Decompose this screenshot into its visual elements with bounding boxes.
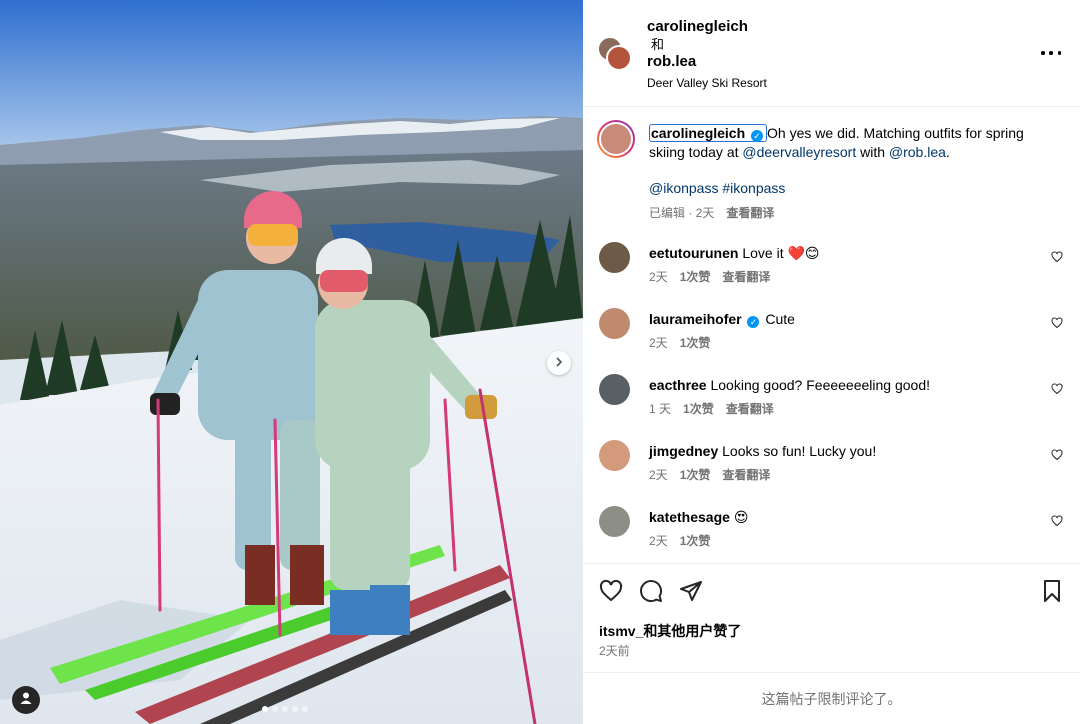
comment-likes[interactable]: 1次赞 — [680, 466, 711, 483]
avatar[interactable] — [599, 308, 630, 339]
comment-item: eetutourunen Love it ❤️😊 2天 1次赞 查看翻译 — [583, 238, 1080, 298]
location-link[interactable]: Deer Valley Ski Resort — [647, 75, 767, 91]
comment-bubble-icon — [639, 580, 663, 607]
heart-icon — [1051, 382, 1063, 399]
comment-time: 1 天 — [649, 402, 672, 416]
comment-item: laurameihofer ✓ Cute 2天 1次赞 — [583, 304, 1080, 364]
username-link[interactable]: laurameihofer — [649, 311, 742, 327]
chevron-right-icon — [554, 354, 564, 372]
post-time: 2天前 — [599, 644, 630, 658]
next-photo-button[interactable] — [547, 351, 571, 375]
carousel-dot — [262, 706, 268, 712]
username-link[interactable]: rob.lea — [647, 53, 767, 71]
like-comment-button[interactable] — [1051, 514, 1063, 532]
hashtag-links[interactable]: @ikonpass #ikonpass — [649, 179, 1049, 198]
like-comment-button[interactable] — [1051, 316, 1063, 334]
save-button[interactable] — [1041, 579, 1063, 608]
translate-link[interactable]: 查看翻译 — [722, 268, 770, 285]
heart-icon — [599, 579, 623, 607]
username-link[interactable]: jimgedney — [649, 443, 718, 459]
comment-likes[interactable]: 1次赞 — [680, 532, 711, 549]
comment-item: jimgedney Looks so fun! Lucky you! 2天 1次… — [583, 436, 1080, 496]
heart-icon — [1051, 250, 1063, 267]
heart-icon — [1051, 514, 1063, 531]
comment-button[interactable] — [639, 579, 663, 608]
translate-link[interactable]: 查看翻译 — [726, 204, 774, 223]
username-link[interactable]: carolinegleich — [647, 18, 767, 36]
post-actions: itsmv_和其他用户赞了 2天前 这篇帖子限制评论了。 — [583, 563, 1080, 723]
username-link[interactable]: eacthree — [649, 377, 707, 393]
edited-timestamp: 已编辑 · 2天 — [649, 206, 715, 220]
liked-by-text[interactable]: itsmv_和其他用户赞了 — [599, 621, 741, 641]
like-comment-button[interactable] — [1051, 382, 1063, 400]
comment-text: Cute — [765, 311, 795, 327]
verified-badge-icon: ✓ — [747, 316, 760, 328]
comment-time: 2天 — [649, 270, 668, 284]
post-header: carolinegleich 和 rob.lea Deer Valley Ski… — [583, 0, 1080, 107]
comment-time: 2天 — [649, 336, 668, 350]
heart-icon — [1051, 448, 1063, 465]
comment-likes[interactable]: 1次赞 — [680, 268, 711, 285]
more-horizontal-icon — [1041, 51, 1061, 55]
carousel-indicator — [262, 706, 308, 712]
collab-conjunction: 和 — [651, 37, 665, 52]
verified-badge-icon: ✓ — [751, 130, 764, 142]
avatar[interactable] — [599, 374, 630, 405]
paper-plane-icon — [679, 581, 703, 607]
comment-time: 2天 — [649, 534, 668, 548]
avatar[interactable] — [599, 440, 630, 471]
post-details-panel: carolinegleich 和 rob.lea Deer Valley Ski… — [583, 0, 1080, 724]
avatar[interactable] — [599, 506, 630, 537]
heart-icon — [1051, 316, 1063, 333]
like-comment-button[interactable] — [1051, 448, 1063, 466]
ski-photo-image — [0, 0, 583, 724]
carousel-dot — [282, 706, 288, 712]
user-icon — [19, 691, 33, 710]
carousel-dot — [272, 706, 278, 712]
username-link[interactable]: carolinegleich ✓ — [649, 124, 768, 142]
comment-likes[interactable]: 1次赞 — [680, 334, 711, 351]
comment-text: Love it ❤️😊 — [742, 245, 820, 261]
avatar[interactable] — [606, 45, 632, 71]
translate-link[interactable]: 查看翻译 — [726, 400, 774, 417]
comment-time: 2天 — [649, 468, 668, 482]
comment-text: Looks so fun! Lucky you! — [722, 443, 877, 459]
like-comment-button[interactable] — [1051, 250, 1063, 268]
mention-link[interactable]: @deervalleyresort — [742, 144, 856, 160]
like-button[interactable] — [599, 579, 623, 608]
comment-item: eacthree Looking good? Feeeeeeeling good… — [583, 370, 1080, 430]
comment-text: 😍 — [733, 509, 749, 525]
mention-link[interactable]: @rob.lea — [889, 144, 946, 160]
comments-restricted-notice: 这篇帖子限制评论了。 — [583, 672, 1080, 724]
bookmark-icon — [1041, 580, 1063, 607]
username-link[interactable]: katethesage — [649, 509, 730, 525]
carousel-dot — [302, 706, 308, 712]
comment-likes[interactable]: 1次赞 — [683, 400, 714, 417]
share-button[interactable] — [679, 579, 703, 608]
collab-avatars[interactable] — [597, 36, 633, 72]
more-options-button[interactable] — [1041, 44, 1061, 62]
translate-link[interactable]: 查看翻译 — [722, 466, 770, 483]
caption-text: carolinegleich ✓ Oh yes we did. Matching … — [649, 124, 1024, 160]
avatar[interactable] — [597, 120, 635, 158]
post-photo[interactable] — [0, 0, 583, 724]
comment-item: katethesage 😍 2天 1次赞 — [583, 502, 1080, 562]
comment-text: Looking good? Feeeeeeeling good! — [710, 377, 931, 393]
carousel-dot — [292, 706, 298, 712]
tagged-users-button[interactable] — [12, 686, 40, 714]
username-link[interactable]: eetutourunen — [649, 245, 738, 261]
avatar[interactable] — [599, 242, 630, 273]
